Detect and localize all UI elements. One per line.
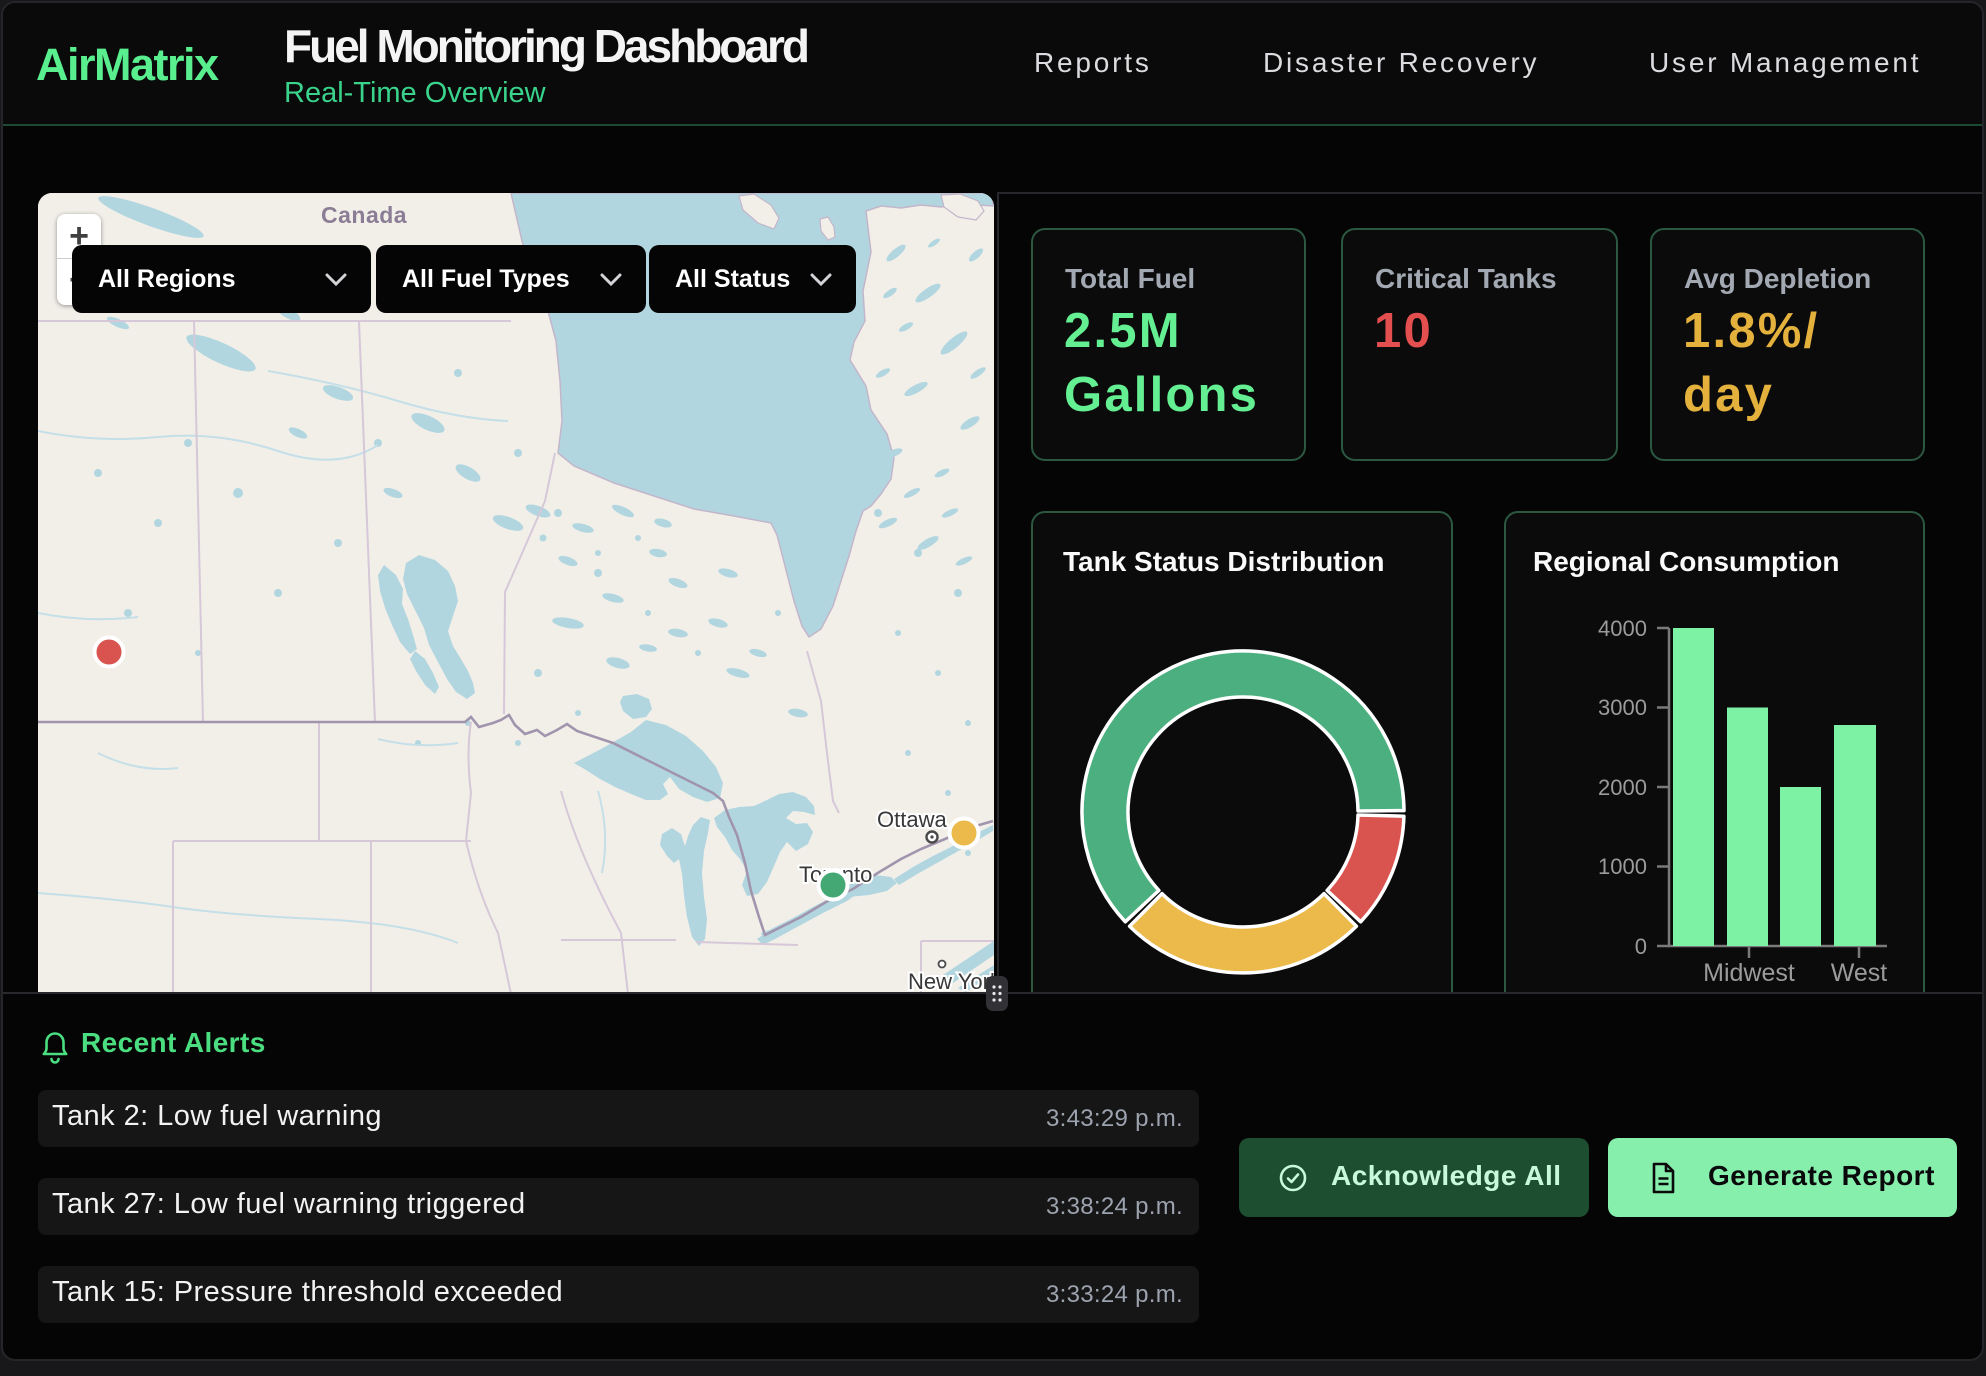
svg-text:West: West	[1831, 959, 1888, 987]
svg-text:Ottawa: Ottawa	[877, 807, 947, 832]
svg-text:New York: New York	[908, 969, 994, 994]
svg-text:2000: 2000	[1598, 775, 1647, 800]
svg-text:Canada: Canada	[321, 202, 407, 228]
svg-text:3000: 3000	[1598, 695, 1647, 720]
svg-text:1000: 1000	[1598, 854, 1647, 879]
svg-text:4000: 4000	[1598, 616, 1647, 641]
svg-text:Midwest: Midwest	[1703, 959, 1795, 987]
svg-text:0: 0	[1635, 934, 1647, 959]
